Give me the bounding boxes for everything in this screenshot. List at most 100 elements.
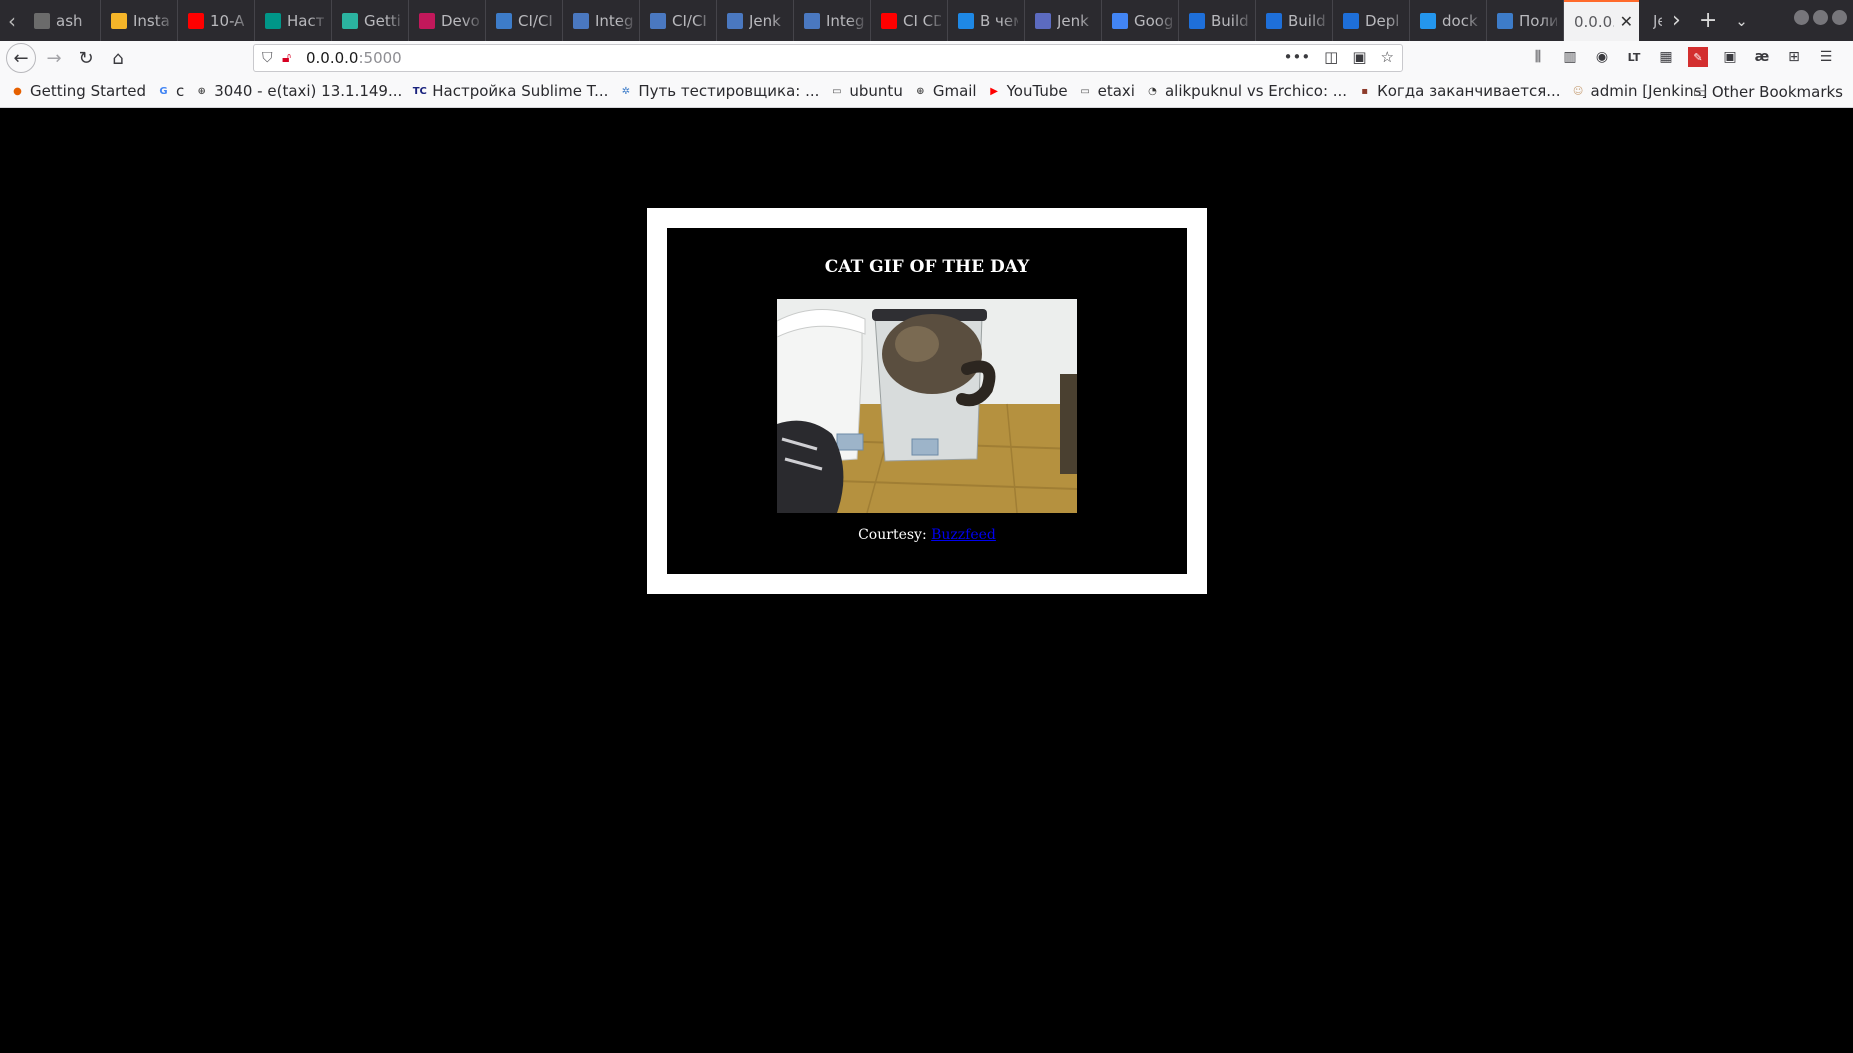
close-tab-icon[interactable]: ✕ (1620, 12, 1633, 31)
bookmark-item[interactable]: ⊕ Gmail (913, 82, 977, 100)
browser-tab[interactable]: Jenk (1025, 0, 1102, 41)
url-host: 0.0.0.0 (306, 49, 359, 67)
active-tab[interactable]: 0.0.0.0 ✕ (1564, 0, 1639, 41)
youtube-icon (881, 12, 897, 29)
browser-tab[interactable]: Integ (794, 0, 871, 41)
tab-scroll-left-button[interactable]: ‹ (0, 0, 24, 41)
back-button[interactable]: ← (6, 43, 36, 73)
tc-text-icon: TC (412, 85, 427, 97)
browser-tab[interactable]: Goog (1102, 0, 1179, 41)
browser-tab[interactable]: 10-A (178, 0, 255, 41)
browser-tab[interactable]: CI/CI (640, 0, 717, 41)
iw-icon (419, 12, 435, 29)
browser-tab[interactable]: Integ (563, 0, 640, 41)
tab-label: Integ (595, 11, 633, 30)
browser-tab[interactable]: Devo (409, 0, 486, 41)
browser-tab[interactable]: CI CD (871, 0, 948, 41)
save-icon[interactable]: ▣ (1352, 48, 1366, 66)
tab-label: Getti (364, 11, 401, 30)
buzzfeed-link[interactable]: Buzzfeed (931, 527, 996, 543)
bookmark-item[interactable]: Gc (156, 82, 184, 100)
browser-tab[interactable]: dock (1410, 0, 1487, 41)
browser-tab[interactable]: Наст (255, 0, 332, 41)
forward-button[interactable]: → (40, 44, 68, 72)
browser-tab[interactable]: CI/CI (486, 0, 563, 41)
tab-label: Наст (287, 11, 325, 30)
tab-scroll-right-button[interactable]: › (1672, 8, 1681, 33)
menu-icon[interactable]: ☰ (1816, 47, 1836, 67)
other-bookmarks[interactable]: ▭ Other Bookmarks (1693, 83, 1843, 101)
url-bar[interactable]: ⛉ 🔓︎ 0.0.0.0:5000 ••• ◫ ▣ ☆ (253, 44, 1403, 72)
tab-label: Jenkins (1653, 11, 1662, 30)
dashboard-icon (34, 12, 50, 29)
browser-tab[interactable]: Build (1179, 0, 1256, 41)
bookmark-item[interactable]: ◔ alikpuknul vs Erchico: ... (1145, 82, 1347, 100)
tab-label: dock (1442, 11, 1478, 30)
tab-label: Depl (1365, 11, 1400, 30)
minimize-button[interactable] (1794, 10, 1809, 25)
account-icon[interactable]: ◉ (1592, 47, 1612, 67)
tab-label: Integ (826, 11, 864, 30)
page-actions-icon[interactable]: ••• (1284, 48, 1311, 66)
browser-tab[interactable]: Jenkins (1639, 0, 1662, 41)
tab-label: В чем (980, 11, 1018, 30)
jenkins-icon (1497, 12, 1513, 29)
tab-strip-actions: › + ⌄ (1662, 0, 1748, 41)
extension-ae-icon[interactable]: æ (1752, 47, 1772, 67)
maximize-button[interactable] (1813, 10, 1828, 25)
bookmark-item[interactable]: TC Настройка Sublime T... (412, 82, 609, 100)
home-button[interactable]: ⌂ (104, 44, 132, 72)
page-content: CAT GIF OF THE DAY Courtesy: Buzzfeed (0, 108, 1853, 1053)
reload-button[interactable]: ↻ (72, 44, 100, 72)
tab-label: CI/CI (518, 11, 553, 30)
tab-label: Build (1288, 11, 1326, 30)
extension-grid-icon[interactable]: ▦ (1656, 47, 1676, 67)
close-window-button[interactable] (1832, 10, 1847, 25)
browser-tab[interactable]: Depl (1333, 0, 1410, 41)
navigation-toolbar: ← → ↻ ⌂ ⛉ 🔓︎ 0.0.0.0:5000 ••• ◫ ▣ ☆ ⫼ ▥ … (0, 41, 1853, 75)
bookmark-label: Gmail (932, 82, 977, 100)
extension-save-icon[interactable]: ▣ (1720, 47, 1740, 67)
translate-icon (1112, 12, 1128, 29)
bookmark-label: YouTube (1006, 82, 1068, 100)
bookmark-item[interactable]: ✲ Путь тестировщика: ... (618, 82, 820, 100)
new-tab-button[interactable]: + (1699, 8, 1717, 33)
browser-tab[interactable]: Jenk (717, 0, 794, 41)
browser-tab[interactable]: ash (24, 0, 101, 41)
list-all-tabs-button[interactable]: ⌄ (1735, 12, 1748, 30)
extension-lt-icon[interactable]: LT (1624, 47, 1644, 67)
browser-tab[interactable]: Build (1256, 0, 1333, 41)
courtesy-line: Courtesy: Buzzfeed (858, 527, 996, 543)
bookmark-item[interactable]: ⊕ 3040 - e(taxi) 13.1.149... (194, 82, 403, 100)
cat-gif-illustration (777, 299, 1077, 513)
extension-pdf-icon[interactable]: ✎ (1688, 47, 1708, 67)
bookmark-item[interactable]: ● Getting Started (10, 82, 146, 100)
extensions-icon[interactable]: ⊞ (1784, 47, 1804, 67)
browser-tab[interactable]: Insta (101, 0, 178, 41)
tab-label: Devo (441, 11, 479, 30)
browser-tab[interactable]: Getti (332, 0, 409, 41)
tracking-protection-icon[interactable]: ⛉ (262, 50, 282, 66)
k-icon (958, 12, 974, 29)
bookmark-label: Когда заканчивается... (1377, 82, 1561, 100)
bookmark-item[interactable]: ▪ Когда заканчивается... (1357, 82, 1560, 100)
tab-label: Jenk (1057, 11, 1089, 30)
library-icon[interactable]: ⫼ (1528, 47, 1548, 67)
pocket-icon[interactable]: ◫ (1324, 48, 1338, 66)
bookmark-label: etaxi (1097, 82, 1135, 100)
window-controls (1794, 10, 1847, 25)
globe-icon: ⊕ (197, 85, 206, 97)
image-icon: ▪ (1361, 85, 1368, 97)
doc-icon (573, 12, 589, 29)
insecure-connection-icon[interactable]: 🔓︎ (282, 50, 306, 66)
tab-label: ash (56, 11, 83, 30)
bookmark-item[interactable]: ▭ etaxi (1078, 82, 1135, 100)
browser-tab[interactable]: Поли (1487, 0, 1564, 41)
bookmark-star-icon[interactable]: ☆ (1381, 48, 1394, 66)
doc-icon (804, 12, 820, 29)
sidebar-icon[interactable]: ▥ (1560, 47, 1580, 67)
bookmark-item[interactable]: ▶ YouTube (987, 82, 1068, 100)
bookmark-item[interactable]: ▭ ubuntu (829, 82, 903, 100)
browser-tab[interactable]: В чем (948, 0, 1025, 41)
bookmark-item[interactable]: ☺ admin [Jenkins] (1571, 82, 1708, 100)
